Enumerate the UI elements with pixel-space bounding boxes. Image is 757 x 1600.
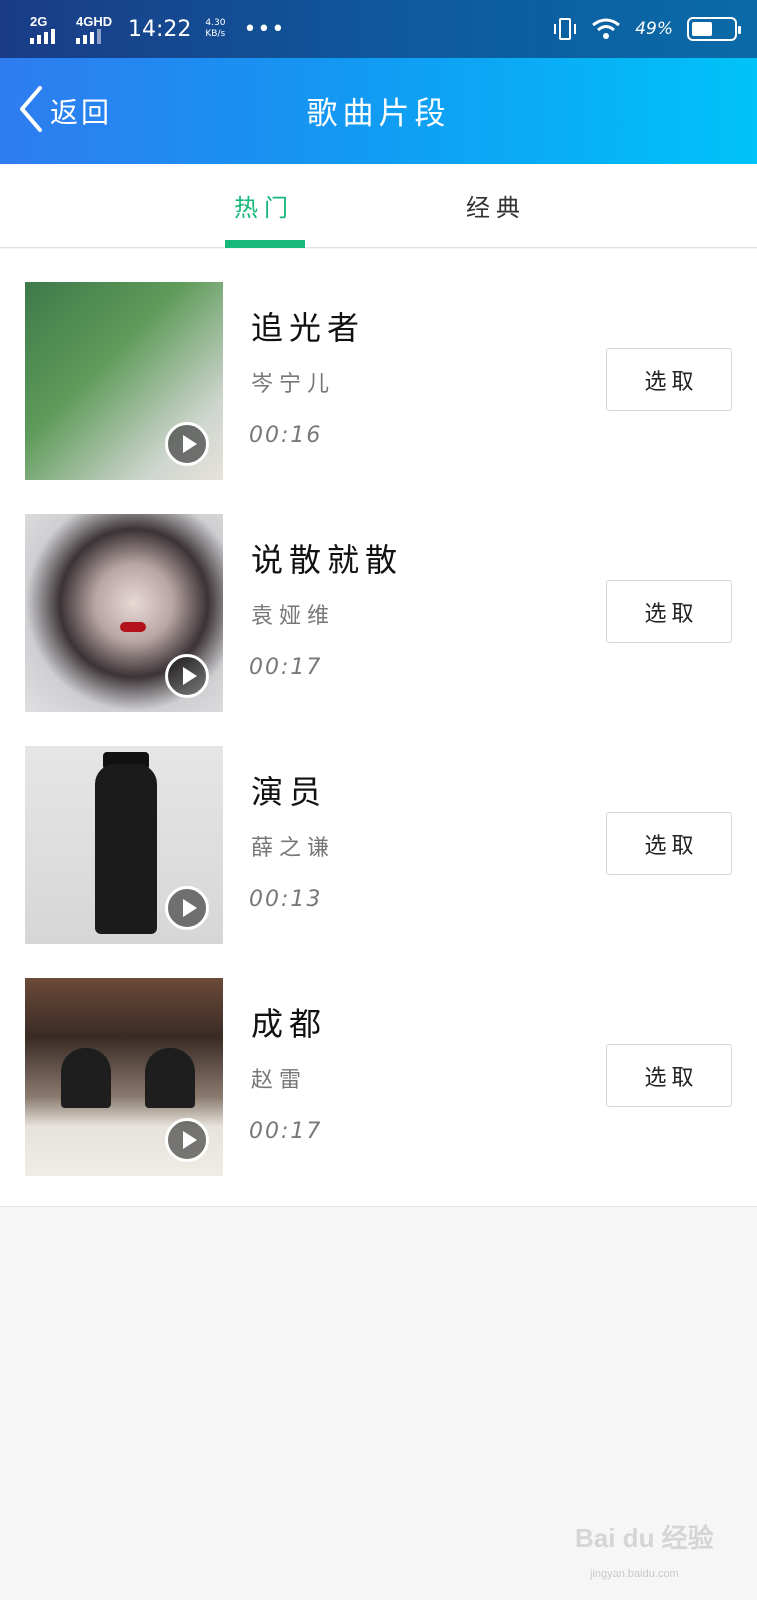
network-speed: 4.30 KB/s: [205, 18, 225, 40]
status-bar-right: 49%: [553, 16, 741, 42]
battery-icon: [687, 17, 741, 41]
wifi-icon: [591, 17, 621, 41]
album-cover[interactable]: [25, 282, 223, 480]
song-duration: 00:13: [249, 887, 323, 912]
song-list: 追光者 岑宁儿 00:16 选取 说散就散 袁娅维 00:17 选取 演员 薛之…: [0, 249, 757, 1207]
tab-bar: 热门 经典: [0, 164, 757, 248]
play-icon[interactable]: [165, 422, 209, 466]
vibrate-icon: [553, 16, 577, 42]
page-title: 歌曲片段: [306, 96, 451, 132]
tab-hot[interactable]: 热门: [234, 188, 294, 223]
song-artist: 赵雷: [251, 1068, 308, 1093]
select-button[interactable]: 选取: [606, 348, 732, 411]
network-speed-value: 4.30: [205, 18, 226, 28]
play-icon[interactable]: [165, 886, 209, 930]
song-item: 演员 薛之谦 00:13 选取: [0, 713, 757, 945]
signal-2g-icon: 2G: [30, 14, 66, 44]
song-artist: 袁娅维: [251, 604, 336, 629]
select-button[interactable]: 选取: [606, 1044, 732, 1107]
song-duration: 00:17: [249, 1119, 323, 1144]
more-notifications-icon: •••: [243, 16, 286, 42]
song-artist: 薛之谦: [251, 836, 336, 861]
network-speed-unit: KB/s: [205, 29, 226, 39]
title-bar: 返回 歌曲片段: [0, 58, 757, 164]
song-title: 追光者: [251, 309, 366, 347]
song-duration: 00:16: [249, 423, 323, 448]
song-item: 成都 赵雷 00:17 选取: [0, 945, 757, 1177]
play-icon[interactable]: [165, 654, 209, 698]
album-cover[interactable]: [25, 978, 223, 1176]
tab-active-indicator: [225, 240, 305, 248]
album-cover[interactable]: [25, 514, 223, 712]
album-cover[interactable]: [25, 746, 223, 944]
tab-classic[interactable]: 经典: [466, 188, 526, 223]
song-title: 演员: [251, 773, 328, 811]
select-button[interactable]: 选取: [606, 812, 732, 875]
song-item: 说散就散 袁娅维 00:17 选取: [0, 481, 757, 713]
signal-4g-icon: 4GHD: [76, 14, 112, 44]
status-time: 14:22: [128, 16, 192, 42]
battery-percent: 49%: [635, 19, 673, 39]
status-bar-left: 2G 4GHD 14:22 4.30 KB/s •••: [30, 14, 285, 44]
song-title: 说散就散: [251, 541, 404, 579]
watermark-url: jingyan.baidu.com: [590, 1568, 679, 1580]
song-item: 追光者 岑宁儿 00:16 选取: [0, 249, 757, 481]
select-button[interactable]: 选取: [606, 580, 732, 643]
play-icon[interactable]: [165, 1118, 209, 1162]
song-duration: 00:17: [249, 655, 323, 680]
watermark-logo: Bai du 经验: [575, 1523, 714, 1553]
status-bar: 2G 4GHD 14:22 4.30 KB/s ••• 49%: [0, 0, 757, 58]
song-title: 成都: [251, 1005, 328, 1043]
song-artist: 岑宁儿: [251, 372, 336, 397]
